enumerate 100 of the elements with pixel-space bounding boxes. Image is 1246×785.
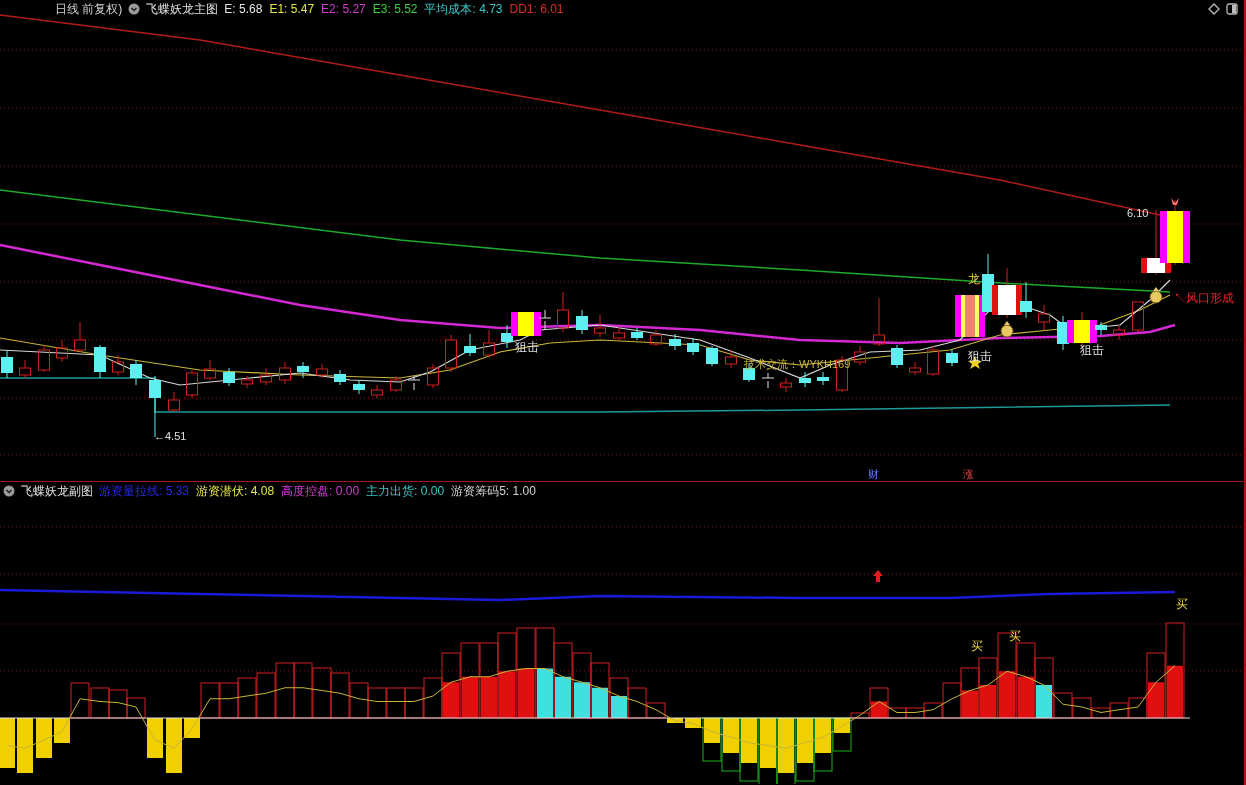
- candlestick: [946, 349, 958, 367]
- volume-bar: [572, 652, 592, 719]
- legend-value: 游资量拉线: 5.33: [99, 483, 190, 500]
- candlestick: [761, 372, 775, 389]
- legend-value: E: 5.68: [224, 1, 263, 18]
- candlestick: [687, 337, 699, 356]
- signal-label: 买: [971, 640, 983, 652]
- candlestick: [1038, 304, 1050, 331]
- legend-value: E1: 5.47: [269, 1, 315, 18]
- dropdown-icon[interactable]: [128, 3, 141, 15]
- indicator-name[interactable]: 飞蝶妖龙主图: [146, 0, 219, 18]
- candlestick: [1, 349, 13, 379]
- candlestick: [631, 327, 643, 341]
- candlestick: [38, 344, 50, 373]
- volume-bar: [590, 662, 610, 719]
- candlestick: [56, 339, 68, 363]
- butterfly-icon: [1171, 198, 1179, 205]
- indicator-name[interactable]: 飞蝶妖龙副图: [21, 482, 93, 500]
- candlestick: [334, 369, 346, 386]
- candlestick: [650, 329, 662, 347]
- candlestick: [927, 345, 939, 377]
- event-marker: 涨: [963, 469, 974, 480]
- volume-bar: [17, 718, 33, 773]
- legend-value: 游资筹码5: 1.00: [451, 483, 536, 500]
- candlestick: [241, 375, 253, 389]
- volume-bar: [1109, 702, 1129, 719]
- volume-bar: [349, 682, 369, 719]
- volume-bar: [237, 677, 257, 719]
- candlestick: [1132, 301, 1144, 333]
- legend-value: 主力出货: 0.00: [366, 483, 445, 500]
- diamond-icon[interactable]: [1208, 3, 1220, 15]
- dropdown-icon[interactable]: [3, 485, 15, 497]
- window-toggle-icon[interactable]: [1226, 3, 1238, 15]
- money-bag-icon: [1149, 287, 1163, 304]
- candlestick: [297, 361, 309, 379]
- candlestick: [706, 345, 718, 367]
- candlestick: [891, 344, 903, 369]
- candlestick: [1113, 324, 1125, 341]
- candlestick: [854, 345, 866, 366]
- legend-value: E2: 5.27: [321, 1, 366, 18]
- candlestick: [780, 377, 792, 393]
- price-label: 6.10: [1127, 208, 1149, 219]
- volume-bar: [739, 717, 759, 782]
- candlestick: [799, 371, 811, 388]
- legend-value: 高度控盘: 0.00: [281, 483, 360, 500]
- candlestick: [725, 349, 737, 369]
- candlestick: [353, 379, 365, 395]
- price-label: ←4.51: [154, 431, 187, 442]
- candlestick: [223, 367, 235, 387]
- event-marker: 财: [868, 469, 879, 480]
- candlestick: [557, 291, 569, 333]
- volume-bar: [275, 662, 295, 719]
- chart-period-label[interactable]: 日线 前复权): [55, 0, 123, 18]
- signal-label: 狙击: [1080, 344, 1104, 356]
- volume-bar: [330, 672, 350, 719]
- volume-bar: [776, 717, 796, 784]
- candlestick: [260, 367, 272, 386]
- candlestick: [594, 314, 606, 338]
- candlestick: [186, 369, 198, 399]
- candlestick: [445, 334, 457, 373]
- volume-bar: [166, 718, 182, 773]
- volume-bar: [367, 687, 387, 719]
- volume-bar: [404, 687, 424, 719]
- legend-value: DD1: 6.01: [509, 1, 564, 18]
- volume-bar: [960, 667, 980, 719]
- candlestick: [873, 297, 885, 347]
- money-bag-icon: [1000, 321, 1014, 338]
- volume-bar: [0, 718, 15, 768]
- volume-bar: [36, 718, 52, 758]
- candlestick: [204, 359, 216, 381]
- candlestick: [279, 361, 291, 385]
- candlestick: [371, 384, 383, 399]
- candlestick: [576, 309, 588, 335]
- signal-label: 买: [1009, 630, 1021, 642]
- candlestick: [464, 333, 476, 357]
- candlestick: [909, 361, 921, 376]
- volume-bar: [90, 687, 110, 719]
- candlestick: [74, 321, 86, 353]
- candlestick: [407, 375, 421, 391]
- signal-label: 买: [1176, 598, 1188, 610]
- volume-bar: [108, 689, 128, 719]
- candlestick: [613, 326, 625, 341]
- arrow-up-icon: [873, 570, 883, 582]
- candlestick: [130, 359, 142, 386]
- volume-bar: [386, 687, 406, 719]
- volume-bar: [758, 717, 778, 784]
- signal-label: ↖风口形成: [1174, 292, 1234, 304]
- volume-bar: [795, 717, 815, 782]
- candlestick: [1160, 199, 1190, 266]
- candlestick: [817, 371, 829, 386]
- candlestick: [427, 363, 439, 389]
- candlestick: [390, 375, 402, 393]
- volume-bar: [978, 657, 998, 719]
- signal-label: 狙击: [968, 350, 992, 362]
- volume-bar: [293, 662, 313, 719]
- legend-value: 平均成本: 4.73: [424, 1, 503, 18]
- legend-value: E3: 5.52: [372, 1, 418, 18]
- volume-bar: [219, 682, 239, 719]
- volume-bar: [721, 717, 741, 772]
- candlestick: [669, 333, 681, 351]
